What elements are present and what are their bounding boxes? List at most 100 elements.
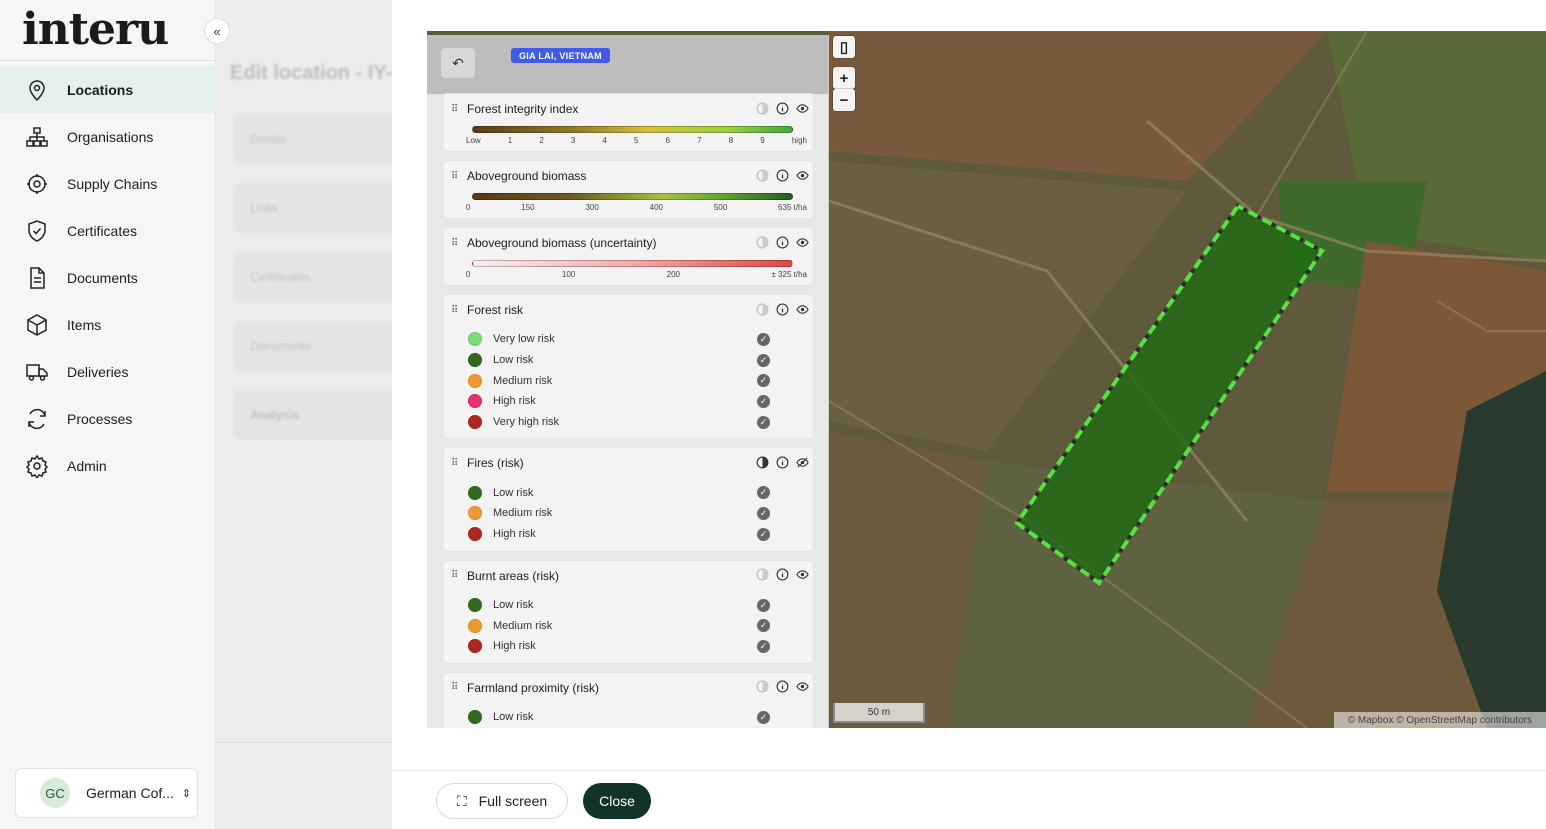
opacity-icon[interactable] xyxy=(755,680,769,694)
gradient-legend: Low 1 2 3 4 5 6 7 8 9 high xyxy=(444,118,813,145)
organisation-switcher[interactable]: GC German Cof... ⇕ xyxy=(15,768,198,818)
layers-square-icon: ▯ xyxy=(839,39,849,56)
eye-icon[interactable] xyxy=(795,168,809,182)
check-circle-icon[interactable]: ✓ xyxy=(757,598,770,612)
map-view[interactable]: ▯ + − 50 m © Mapbox © OpenStreetMap cont… xyxy=(427,31,1546,728)
drag-handle-icon[interactable]: ⠿ xyxy=(451,458,459,469)
sidebar-item-items[interactable]: Items xyxy=(0,301,216,348)
legend-color-swatch xyxy=(468,415,482,430)
check-circle-icon[interactable]: ✓ xyxy=(757,639,770,653)
sidebar-item-processes[interactable]: Processes xyxy=(0,395,216,442)
eye-icon[interactable] xyxy=(795,235,809,249)
legend-label: Low risk xyxy=(493,354,534,367)
close-button[interactable]: Close xyxy=(583,783,651,819)
eye-icon[interactable] xyxy=(795,302,809,316)
eye-off-icon[interactable] xyxy=(795,455,809,469)
drag-handle-icon[interactable]: ⠿ xyxy=(451,104,459,115)
expand-icon: ⛶ xyxy=(456,792,467,809)
divider xyxy=(216,742,392,743)
tab-details: Details xyxy=(234,114,392,164)
drag-handle-icon[interactable]: ⠿ xyxy=(451,238,459,249)
opacity-icon[interactable] xyxy=(755,302,769,316)
layer-title: Burnt areas (risk) xyxy=(467,568,560,583)
gear-icon xyxy=(24,453,50,479)
layer-list: ⠿ Forest integrity index Low 1 2 3 4 5 6 7 8 9 high ⠿… xyxy=(444,94,813,728)
eye-icon[interactable] xyxy=(795,568,809,582)
info-icon[interactable] xyxy=(775,568,789,582)
layer-panel: ↶ GIA LAI, VIETNAM ⠿ Forest integrity ind… xyxy=(427,35,829,728)
sidebar-item-organisations[interactable]: Organisations xyxy=(0,113,216,160)
legend-item: Low risk ✓ xyxy=(444,595,813,616)
gradient-tick-label: Low xyxy=(466,136,481,145)
zoom-out-button[interactable]: − xyxy=(833,89,855,111)
opacity-icon[interactable] xyxy=(755,101,769,115)
gradient-tick-label: 150 xyxy=(521,203,535,212)
check-circle-icon[interactable]: ✓ xyxy=(757,710,770,724)
info-icon[interactable] xyxy=(775,455,789,469)
sidebar-item-label: Admin xyxy=(67,457,107,474)
gradient-bar xyxy=(472,193,793,200)
organisation-name: German Cof... xyxy=(86,785,174,801)
gradient-tick-label: 9 xyxy=(760,136,765,145)
full-screen-label: Full screen xyxy=(478,793,548,809)
info-icon[interactable] xyxy=(775,101,789,115)
layer-actions xyxy=(749,680,809,694)
map-style-toggle-button[interactable]: ▯ xyxy=(833,36,855,58)
tab-documents: Documents xyxy=(234,321,392,371)
back-button[interactable]: ↶ xyxy=(441,48,475,78)
drag-handle-icon[interactable]: ⠿ xyxy=(451,305,459,316)
legend-color-swatch xyxy=(468,353,482,368)
sidebar: interu Locations Organisations Supply Ch… xyxy=(0,0,216,829)
tab-analysis: Analysis xyxy=(234,390,392,440)
check-circle-icon[interactable]: ✓ xyxy=(757,507,770,521)
check-circle-icon[interactable]: ✓ xyxy=(757,527,770,541)
info-icon[interactable] xyxy=(775,168,789,182)
chevron-up-down-icon: ⇕ xyxy=(181,787,192,800)
opacity-icon[interactable] xyxy=(755,568,769,582)
sidebar-item-documents[interactable]: Documents xyxy=(0,254,216,301)
sidebar-item-supply-chains[interactable]: Supply Chains xyxy=(0,160,216,207)
sidebar-item-admin[interactable]: Admin xyxy=(0,442,216,489)
gradient-tick-label: 500 xyxy=(713,203,728,212)
opacity-icon[interactable] xyxy=(755,455,769,469)
opacity-icon[interactable] xyxy=(755,235,769,249)
opacity-icon[interactable] xyxy=(755,168,769,182)
legend-list: Low risk ✓ Medium risk ✓ High risk ✓ xyxy=(444,472,813,544)
sidebar-item-locations[interactable]: Locations xyxy=(0,66,216,113)
layer-header: ⠿ Forest risk xyxy=(444,301,813,319)
check-circle-icon[interactable]: ✓ xyxy=(757,353,770,367)
drag-handle-icon[interactable]: ⠿ xyxy=(451,570,459,581)
info-icon[interactable] xyxy=(775,302,789,316)
check-circle-icon[interactable]: ✓ xyxy=(757,395,770,409)
check-circle-icon[interactable]: ✓ xyxy=(757,415,770,429)
check-circle-icon[interactable]: ✓ xyxy=(757,333,770,346)
gradient-tick-label: 6 xyxy=(665,136,671,145)
eye-icon[interactable] xyxy=(795,680,809,694)
full-screen-button[interactable]: ⛶ Full screen xyxy=(436,783,568,819)
sidebar-item-certificates[interactable]: Certificates xyxy=(0,207,216,254)
drag-handle-icon[interactable]: ⠿ xyxy=(451,171,459,182)
layer-actions xyxy=(749,235,809,249)
legend-color-swatch xyxy=(468,618,482,633)
sidebar-item-label: Processes xyxy=(67,410,133,427)
gradient-tick-label: 7 xyxy=(697,136,702,145)
sidebar-item-deliveries[interactable]: Deliveries xyxy=(0,348,216,395)
sidebar-item-label: Locations xyxy=(67,81,134,98)
document-icon xyxy=(24,265,50,291)
legend-label: Low risk xyxy=(493,486,534,499)
drag-handle-icon[interactable]: ⠿ xyxy=(451,682,459,693)
info-icon[interactable] xyxy=(775,235,789,249)
eye-icon[interactable] xyxy=(795,101,809,115)
legend-item: Low risk ✓ xyxy=(444,482,813,503)
check-circle-icon[interactable]: ✓ xyxy=(757,374,770,388)
check-circle-icon[interactable]: ✓ xyxy=(757,486,770,500)
zoom-in-button[interactable]: + xyxy=(833,67,855,89)
check-circle-icon[interactable]: ✓ xyxy=(757,619,770,633)
info-icon[interactable] xyxy=(775,680,789,694)
layer-card: ⠿ Aboveground biomass (uncertainty) 0 100 20… xyxy=(444,228,813,285)
map-attribution[interactable]: © Mapbox © OpenStreetMap contributors xyxy=(1333,712,1546,728)
collapse-sidebar-button[interactable]: « xyxy=(204,18,230,44)
divider xyxy=(392,770,1546,771)
legend-label: Very low risk xyxy=(493,333,555,346)
legend-label: Very high risk xyxy=(493,416,560,429)
